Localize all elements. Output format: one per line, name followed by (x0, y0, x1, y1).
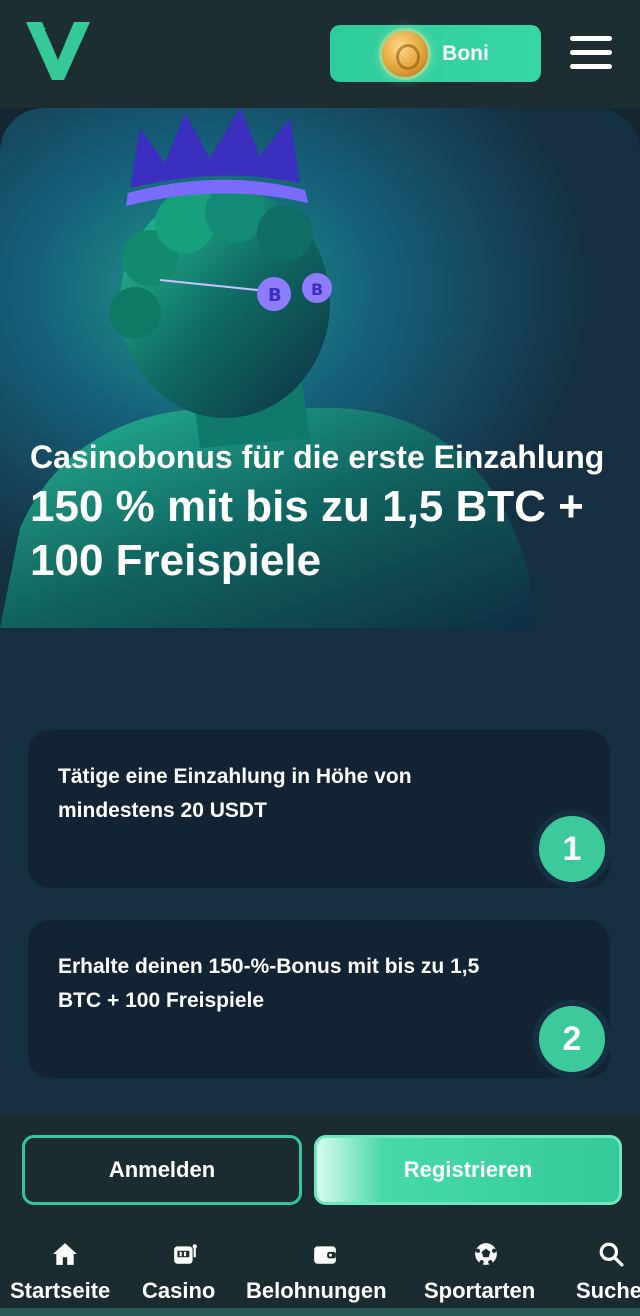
step-number-badge: 2 (533, 1000, 611, 1078)
top-header: Boni (0, 0, 640, 108)
step-card-2: Erhalte deinen 150-%-Bonus mit bis zu 1,… (28, 920, 611, 1078)
slot-machine-icon (174, 1244, 197, 1264)
svg-text:B: B (268, 285, 282, 306)
search-icon (599, 1242, 624, 1267)
nav-item-casino[interactable]: Casino (142, 1237, 232, 1313)
login-button[interactable]: Anmelden (22, 1135, 302, 1205)
bonus-button[interactable]: Boni (330, 25, 541, 82)
soccer-ball-icon (475, 1243, 497, 1265)
bonus-title: 150 % mit bis zu 1,5 BTC + 100 Freispiel… (30, 482, 584, 585)
bonus-button-label: Boni (442, 41, 489, 65)
hamburger-menu-icon[interactable] (570, 35, 612, 71)
nav-label: Suche (576, 1278, 640, 1303)
gold-coin-icon (382, 30, 429, 77)
home-icon (53, 1243, 77, 1265)
nav-item-rewards[interactable]: Belohnungen (246, 1237, 408, 1313)
nav-label: Sportarten (424, 1278, 536, 1303)
step-text: Erhalte deinen 150-%-Bonus mit bis zu 1,… (58, 955, 480, 1012)
svg-text:B: B (311, 280, 323, 299)
bonus-hero-section: B B Casinobonus für die erste Einzahlung… (0, 108, 640, 1113)
step-text: Tätige eine Einzahlung in Höhe von minde… (58, 765, 412, 822)
step-number-badge: 1 (533, 810, 611, 888)
hero-text-block: Casinobonus für die erste Einzahlung 150… (30, 438, 620, 588)
nav-label: Casino (142, 1278, 216, 1303)
register-button[interactable]: Registrieren (314, 1135, 622, 1205)
nav-item-home[interactable]: Startseite (10, 1237, 126, 1313)
auth-action-bar: Anmelden Registrieren (0, 1113, 640, 1223)
nav-label: Belohnungen (246, 1278, 387, 1303)
nav-item-sports[interactable]: Sportarten (424, 1237, 552, 1313)
nav-label: Startseite (10, 1278, 111, 1303)
nav-bottom-indicator (0, 1308, 640, 1316)
wallet-icon (314, 1246, 336, 1264)
vave-logo[interactable] (26, 20, 90, 82)
nav-item-search[interactable]: Suche (576, 1237, 640, 1313)
bonus-subtitle: Casinobonus für die erste Einzahlung (30, 439, 605, 475)
step-card-1: Tätige eine Einzahlung in Höhe von minde… (28, 730, 611, 888)
bottom-navigation: Startseite Casino Belohnungen Sportarten… (0, 1223, 640, 1316)
